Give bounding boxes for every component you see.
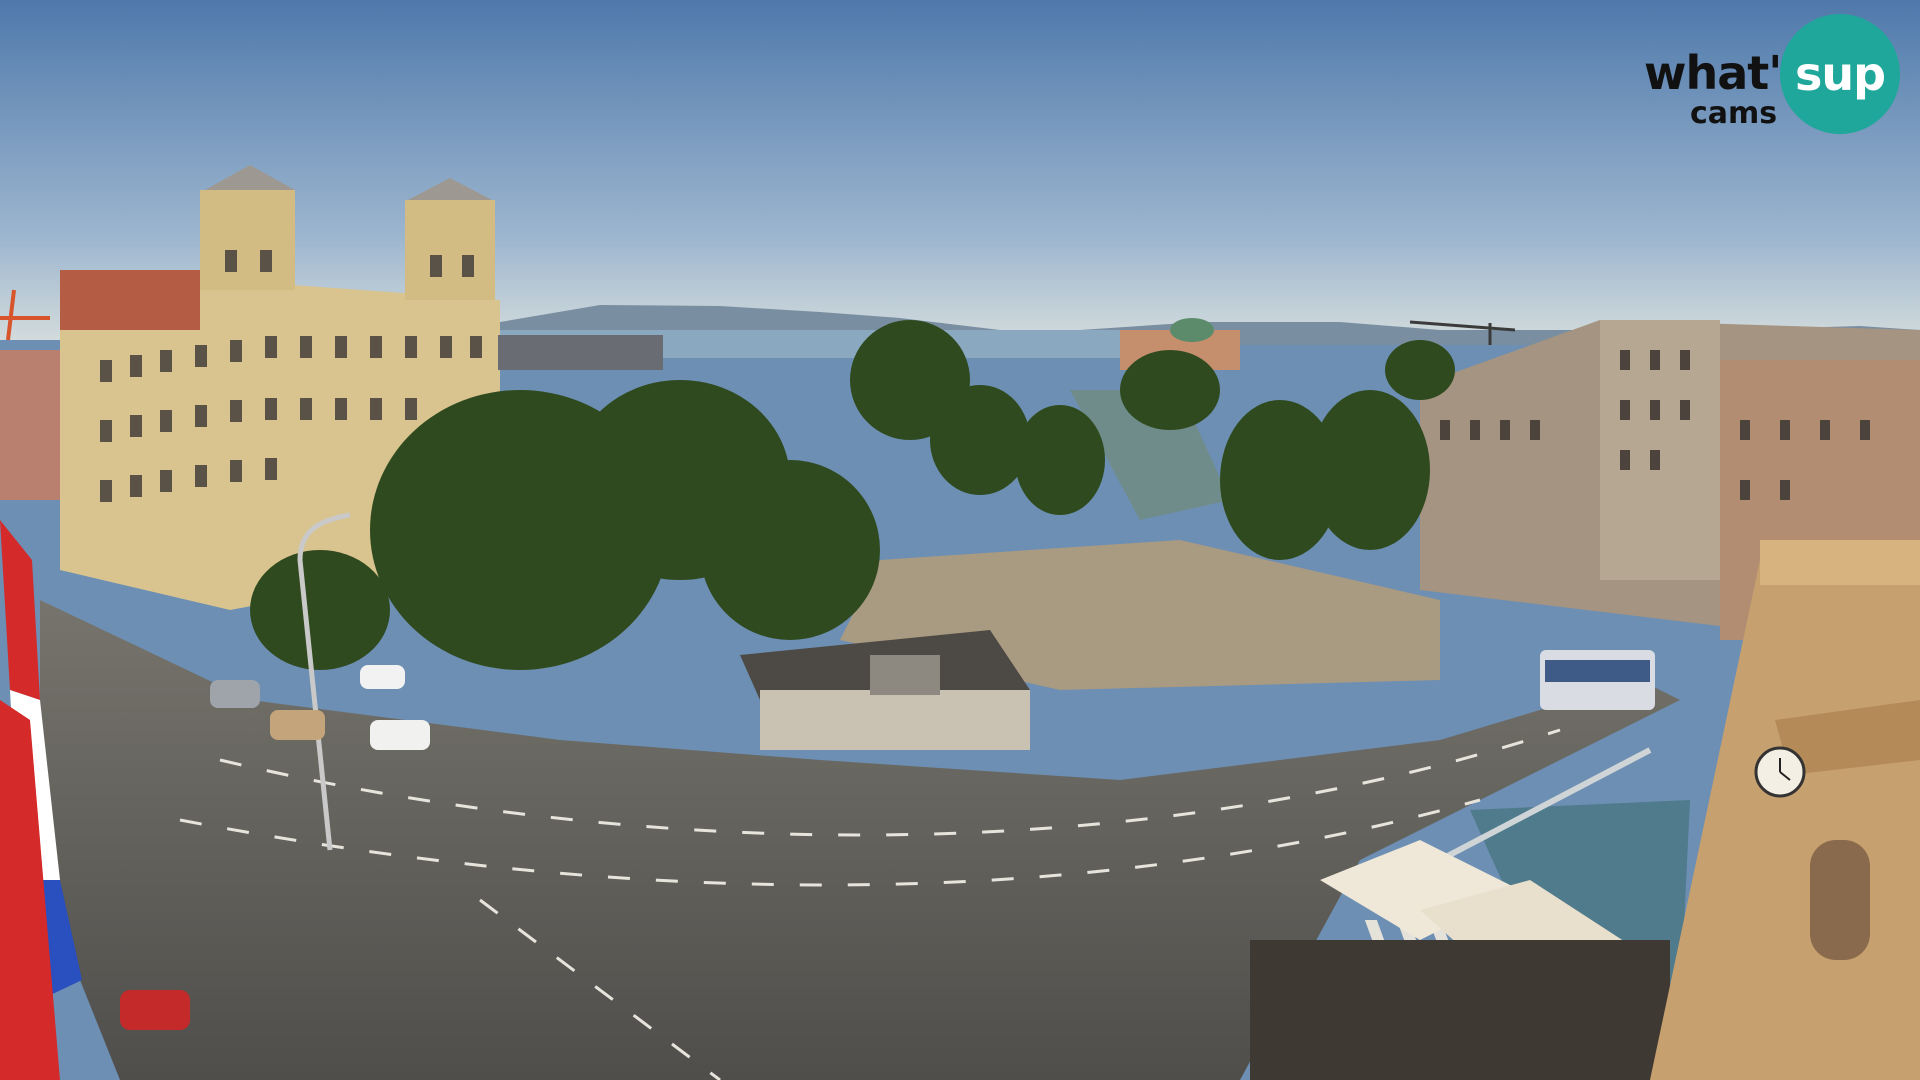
logo-wordmark: what': [1644, 46, 1782, 100]
logo-bubble-icon: sup: [1780, 14, 1900, 134]
whatsup-cams-logo: what' sup cams: [1644, 14, 1904, 136]
webcam-frame: what' sup cams: [0, 0, 1920, 1080]
city-square-scene: [0, 0, 1920, 1080]
waterfront-building: [498, 335, 663, 370]
kiosk-building: [740, 630, 1030, 750]
green-dome: [1170, 318, 1214, 342]
logo-subtitle: cams: [1690, 96, 1778, 131]
logo-bubble-text: sup: [1794, 47, 1886, 101]
left-background-building: [0, 350, 62, 500]
city-bus: [1540, 650, 1655, 710]
